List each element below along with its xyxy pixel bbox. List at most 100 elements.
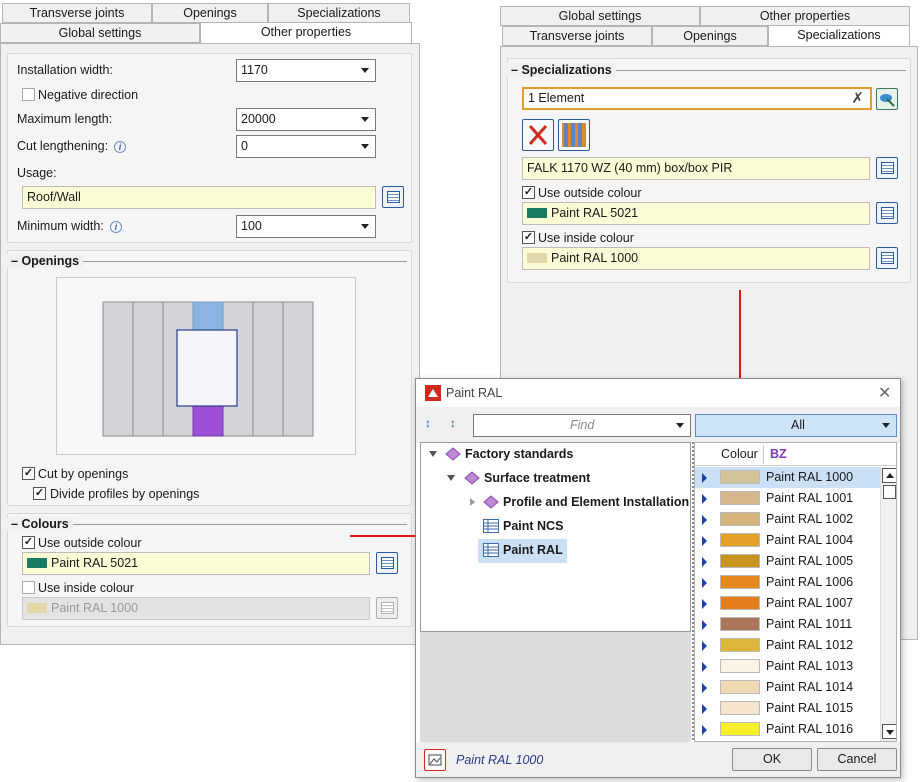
table-row[interactable]: Paint RAL 1015	[695, 698, 880, 719]
colour-name: Paint RAL 1007	[766, 596, 854, 610]
close-icon[interactable]: ✕	[878, 383, 891, 403]
selected-colour-status: Paint RAL 1000	[456, 753, 544, 767]
table-row[interactable]: Paint RAL 1011	[695, 614, 880, 635]
clear-icon[interactable]: ✗	[851, 89, 864, 108]
column-colour[interactable]: Colour	[721, 447, 758, 461]
usage-catalog-button[interactable]	[382, 186, 404, 208]
use-inside-colour-checkbox[interactable]	[22, 581, 35, 594]
filter-value: All	[791, 418, 805, 432]
profile-field[interactable]: FALK 1170 WZ (40 mm) box/box PIR	[522, 157, 870, 180]
table-row[interactable]: Paint RAL 1005	[695, 551, 880, 572]
profiles-icon	[562, 123, 586, 147]
table-row[interactable]: Paint RAL 1016	[695, 719, 880, 740]
colour-swatch	[720, 575, 760, 589]
tab-transverse-joints[interactable]: Transverse joints	[2, 3, 152, 23]
use-outside-colour-label: Use outside colour	[38, 536, 142, 550]
filter-select[interactable]: All	[695, 414, 897, 437]
outside-colour-field[interactable]: Paint RAL 5021	[522, 202, 870, 225]
row-pointer-icon	[702, 641, 707, 651]
tab-other-properties[interactable]: Other properties	[700, 6, 910, 26]
preview-button[interactable]	[424, 749, 446, 771]
colour-name: Paint RAL 1014	[766, 680, 854, 694]
use-outside-colour-checkbox[interactable]: ✓	[22, 536, 35, 549]
outside-colour-catalog-button[interactable]	[876, 202, 898, 224]
colour-swatch	[720, 533, 760, 547]
tab-global-settings[interactable]: Global settings	[500, 6, 700, 26]
table-row[interactable]: Paint RAL 1013	[695, 656, 880, 677]
expand-triangle-icon[interactable]	[447, 475, 455, 481]
divide-profiles-checkbox[interactable]: ✓	[33, 487, 46, 500]
ok-button[interactable]: OK	[732, 748, 812, 771]
expand-triangle-icon[interactable]	[429, 451, 437, 457]
colour-swatch	[720, 659, 760, 673]
use-inside-colour-checkbox[interactable]: ✓	[522, 231, 535, 244]
catalog-icon	[387, 191, 400, 203]
find-placeholder: Find	[570, 418, 595, 432]
collapse-icon[interactable]: –	[511, 63, 521, 77]
tree-paint-ral[interactable]: Paint RAL	[503, 543, 563, 557]
use-outside-colour-checkbox[interactable]: ✓	[522, 186, 535, 199]
collapse-icon[interactable]: –	[11, 254, 21, 268]
tree-factory-standards[interactable]: Factory standards	[465, 447, 573, 461]
column-bz[interactable]: BZ	[770, 447, 787, 461]
cut-lengthening-value: 0	[241, 139, 248, 153]
table-row[interactable]: Paint RAL 1002	[695, 509, 880, 530]
colour-name: Paint RAL 1012	[766, 638, 854, 652]
grid-scrollbar[interactable]	[880, 467, 896, 741]
collapse-icon[interactable]: –	[11, 517, 21, 531]
cancel-button[interactable]: Cancel	[817, 748, 897, 771]
tab-global-settings[interactable]: Global settings	[0, 23, 200, 43]
tree-surface-treatment[interactable]: Surface treatment	[484, 471, 590, 485]
tab-other-properties[interactable]: Other properties	[200, 22, 412, 44]
maximum-length-label: Maximum length:	[17, 112, 113, 126]
outside-colour-swatch	[27, 557, 47, 568]
table-row[interactable]: Paint RAL 1012	[695, 635, 880, 656]
tab-openings[interactable]: Openings	[652, 26, 768, 46]
dialog-title: Paint RAL	[446, 386, 503, 400]
negative-direction-checkbox[interactable]	[22, 88, 35, 101]
element-field[interactable]: 1 Element ✗	[522, 87, 872, 110]
maximum-length-select[interactable]: 20000	[236, 108, 376, 131]
outside-colour-catalog-button[interactable]	[376, 552, 398, 574]
tree-profile-element-installation[interactable]: Profile and Element Installation	[503, 495, 689, 509]
delete-specialization-button[interactable]	[522, 119, 554, 151]
use-inside-colour-label: Use inside colour	[538, 231, 634, 245]
table-row[interactable]: Paint RAL 1006	[695, 572, 880, 593]
profile-icon-button[interactable]	[558, 119, 590, 151]
table-row[interactable]: Paint RAL 1001	[695, 488, 880, 509]
collapsed-triangle-icon[interactable]	[470, 498, 475, 506]
info-icon[interactable]: i	[109, 221, 122, 233]
specializations-title: – Specializations	[507, 63, 616, 77]
scroll-down-icon[interactable]	[882, 724, 896, 739]
table-row[interactable]: Paint RAL 1014	[695, 677, 880, 698]
table-row[interactable]: Paint RAL 1007	[695, 593, 880, 614]
colour-name: Paint RAL 1006	[766, 575, 854, 589]
scroll-thumb[interactable]	[883, 485, 896, 499]
tree-paint-ncs[interactable]: Paint NCS	[503, 519, 563, 533]
tab-specializations[interactable]: Specializations	[268, 3, 410, 23]
installation-width-select[interactable]: 1170	[236, 59, 376, 82]
delete-icon	[528, 125, 548, 145]
openings-title: – Openings	[7, 254, 84, 268]
cut-by-openings-checkbox[interactable]: ✓	[22, 467, 35, 480]
inside-colour-catalog-button[interactable]	[876, 247, 898, 269]
sort-ascending-icon[interactable]: ↕	[425, 416, 431, 430]
table-row[interactable]: Paint RAL 1000	[695, 467, 880, 488]
tab-specializations[interactable]: Specializations	[768, 25, 910, 47]
minimum-width-select[interactable]: 100	[236, 215, 376, 238]
sort-descending-icon[interactable]: ↕	[450, 416, 456, 430]
cut-lengthening-select[interactable]: 0	[236, 135, 376, 158]
table-row[interactable]: Paint RAL 1004	[695, 530, 880, 551]
find-combobox[interactable]: Find	[473, 414, 691, 437]
usage-field[interactable]: Roof/Wall	[22, 186, 376, 209]
scroll-up-icon[interactable]	[882, 468, 896, 483]
outside-colour-field[interactable]: Paint RAL 5021	[22, 552, 370, 575]
inside-colour-field[interactable]: Paint RAL 1000	[522, 247, 870, 270]
profile-catalog-button[interactable]	[876, 157, 898, 179]
row-pointer-icon	[702, 704, 707, 714]
colour-swatch	[720, 638, 760, 652]
tab-openings[interactable]: Openings	[152, 3, 268, 23]
info-icon[interactable]: i	[114, 141, 127, 153]
pick-element-button[interactable]	[876, 88, 898, 110]
tab-transverse-joints[interactable]: Transverse joints	[502, 26, 652, 46]
